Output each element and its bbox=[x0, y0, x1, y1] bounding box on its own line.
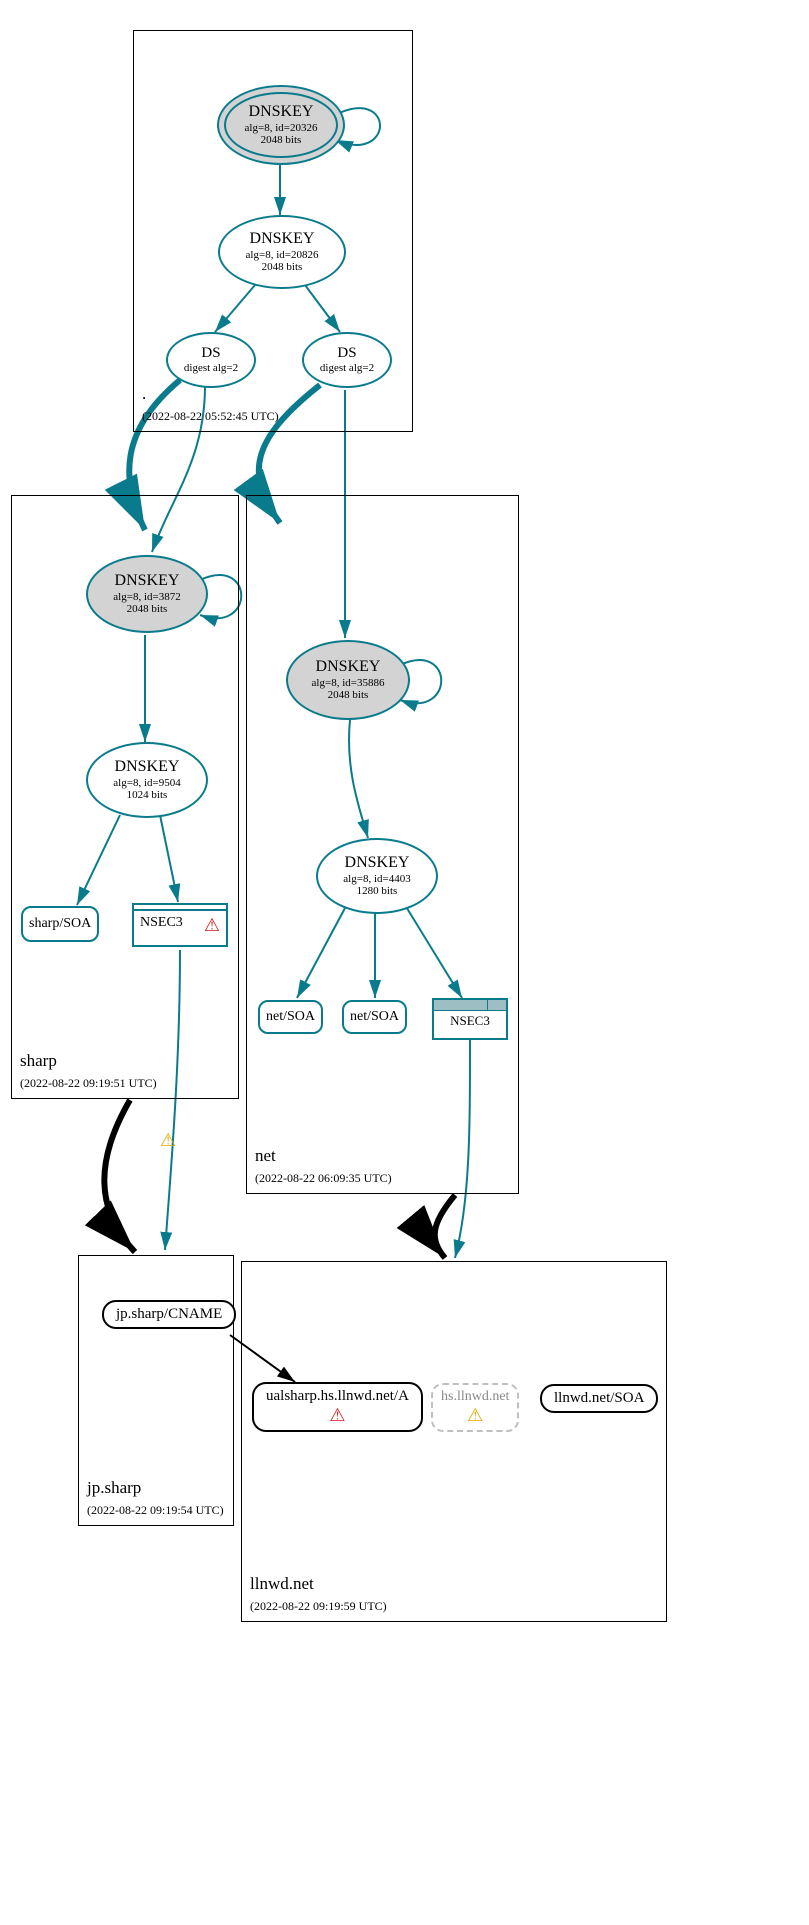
sharp-soa: sharp/SOA bbox=[21, 906, 99, 942]
error-icon: ⚠ bbox=[204, 915, 220, 936]
zone-sharp-name: sharp bbox=[20, 1051, 57, 1070]
dnskey-net-ksk: DNSKEY alg=8, id=35886 2048 bits bbox=[286, 640, 410, 720]
llnwd-soa: llnwd.net/SOA bbox=[540, 1384, 658, 1413]
zone-root-ts: (2022-08-22 05:52:45 UTC) bbox=[142, 409, 279, 423]
zone-net-ts: (2022-08-22 06:09:35 UTC) bbox=[255, 1171, 392, 1185]
a-ualsharp: ualsharp.hs.llnwd.net/A ⚠ bbox=[252, 1382, 423, 1432]
hs-llnwd-box: hs.llnwd.net ⚠ bbox=[431, 1383, 519, 1432]
cname-jpsharp: jp.sharp/CNAME bbox=[102, 1300, 236, 1329]
dnskey-sharp-zsk: DNSKEY alg=8, id=9504 1024 bits bbox=[86, 742, 208, 818]
dnskey-sharp-ksk: DNSKEY alg=8, id=3872 2048 bits bbox=[86, 555, 208, 633]
zone-llnwd-ts: (2022-08-22 09:19:59 UTC) bbox=[250, 1599, 387, 1613]
nsec3-net: NSEC3 bbox=[432, 998, 508, 1040]
ds-left: DS digest alg=2 bbox=[166, 332, 256, 388]
dnskey-root-zsk: DNSKEY alg=8, id=20826 2048 bits bbox=[218, 215, 346, 289]
zone-llnwd: llnwd.net (2022-08-22 09:19:59 UTC) bbox=[241, 1261, 667, 1622]
zone-sharp-ts: (2022-08-22 09:19:51 UTC) bbox=[20, 1076, 157, 1090]
zone-jpsharp-name: jp.sharp bbox=[87, 1478, 141, 1497]
zone-jpsharp-ts: (2022-08-22 09:19:54 UTC) bbox=[87, 1503, 224, 1517]
net-soa2: net/SOA bbox=[342, 1000, 407, 1034]
dnskey-root-ksk: DNSKEY alg=8, id=20326 2048 bits bbox=[217, 85, 345, 165]
ds-right: DS digest alg=2 bbox=[302, 332, 392, 388]
net-soa1: net/SOA bbox=[258, 1000, 323, 1034]
zone-jpsharp: jp.sharp (2022-08-22 09:19:54 UTC) bbox=[78, 1255, 234, 1526]
zone-root-name: . bbox=[142, 384, 146, 403]
warning-icon: ⚠ bbox=[467, 1405, 483, 1426]
dnskey-net-zsk: DNSKEY alg=8, id=4403 1280 bits bbox=[316, 838, 438, 914]
error-icon: ⚠ bbox=[329, 1405, 345, 1426]
zone-net-name: net bbox=[255, 1146, 276, 1165]
warning-icon: ⚠ bbox=[160, 1130, 176, 1151]
zone-llnwd-name: llnwd.net bbox=[250, 1574, 314, 1593]
nsec3-sharp: NSEC3 ⚠ bbox=[132, 903, 228, 947]
diagram-canvas: . (2022-08-22 05:52:45 UTC) sharp (2022-… bbox=[0, 0, 809, 1925]
